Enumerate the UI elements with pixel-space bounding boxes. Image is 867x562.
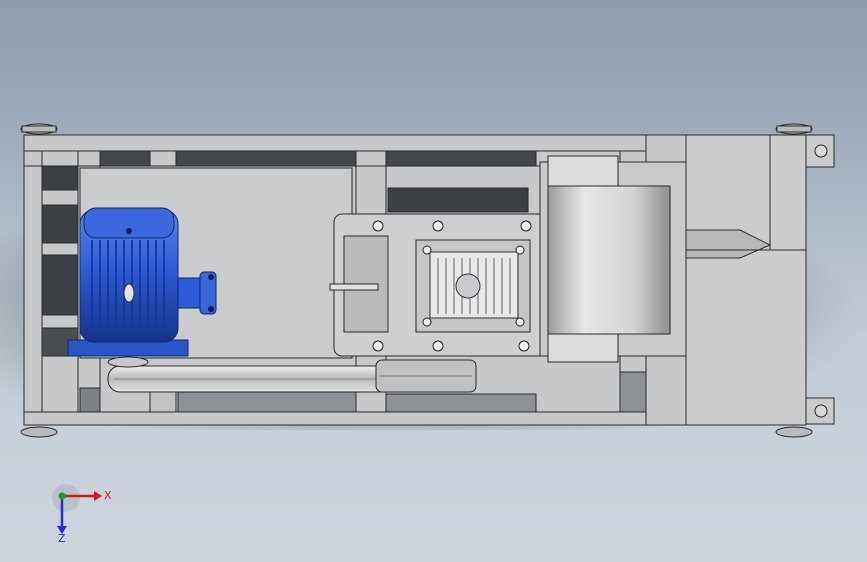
x-axis-label: X (104, 489, 112, 502)
z-axis-label: Z (58, 532, 66, 544)
drive-pulley[interactable] (375, 359, 477, 393)
main-drum[interactable] (539, 155, 687, 363)
cad-viewport[interactable]: X Z (0, 0, 867, 562)
machine-assembly-model[interactable] (0, 0, 867, 562)
coordinate-triad: X Z (48, 484, 118, 545)
coordinate-triad-icon: X Z (52, 484, 112, 545)
